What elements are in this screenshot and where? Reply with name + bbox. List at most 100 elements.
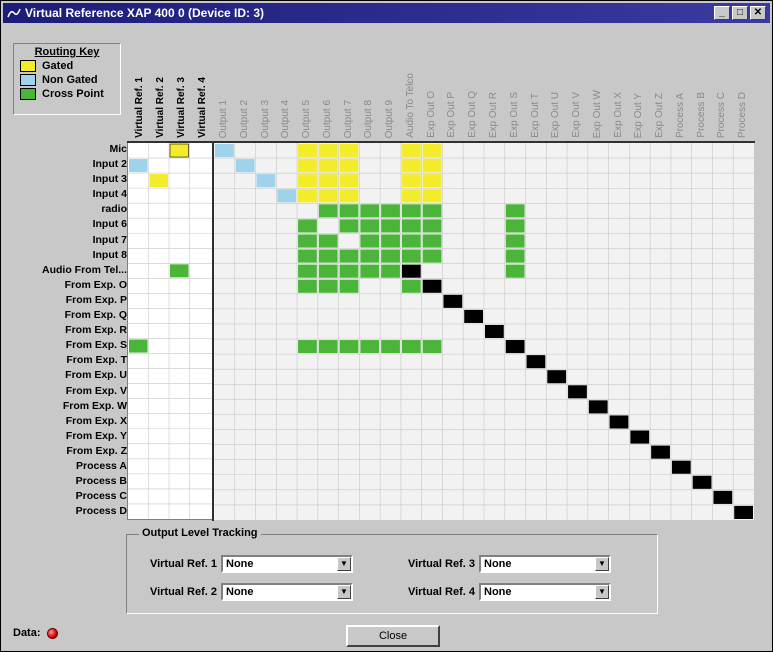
matrix-cell[interactable] — [568, 385, 587, 399]
matrix-cell[interactable] — [422, 204, 442, 218]
matrix-cell[interactable] — [505, 234, 525, 248]
matrix-cell[interactable] — [298, 159, 317, 173]
matrix-cell[interactable] — [256, 174, 276, 188]
matrix-cell[interactable] — [298, 234, 317, 248]
matrix-cell[interactable] — [381, 204, 400, 218]
matrix-cell[interactable] — [630, 430, 650, 444]
matrix-cell[interactable] — [318, 340, 338, 354]
matrix-cell[interactable] — [401, 234, 421, 248]
matrix-cell[interactable] — [381, 249, 400, 263]
matrix-cell[interactable] — [713, 490, 733, 504]
matrix-cell[interactable] — [149, 174, 169, 188]
close-button[interactable]: Close — [346, 625, 440, 647]
matrix-cell[interactable] — [526, 355, 546, 369]
matrix-cell[interactable] — [464, 309, 483, 323]
matrix-cell[interactable] — [215, 143, 234, 158]
matrix-cell[interactable] — [318, 204, 338, 218]
matrix-cell[interactable] — [505, 204, 525, 218]
matrix-cell[interactable] — [651, 445, 670, 459]
chevron-down-icon[interactable]: ▼ — [595, 557, 609, 571]
matrix-cell[interactable] — [401, 159, 421, 173]
routing-matrix[interactable] — [214, 142, 754, 520]
matrix-cell[interactable] — [298, 264, 317, 278]
matrix-cell[interactable] — [298, 189, 317, 203]
matrix-cell[interactable] — [318, 249, 338, 263]
matrix-cell[interactable] — [609, 415, 629, 429]
matrix-cell[interactable] — [443, 294, 463, 308]
matrix-cell[interactable] — [360, 234, 380, 248]
virtual-ref-matrix[interactable] — [127, 142, 213, 520]
virtual-ref-3-select[interactable]: None ▼ — [479, 555, 611, 573]
matrix-cell[interactable] — [422, 249, 442, 263]
matrix-cell[interactable] — [318, 264, 338, 278]
matrix-cell[interactable] — [360, 204, 380, 218]
matrix-cell[interactable] — [360, 264, 380, 278]
matrix-cell[interactable] — [588, 400, 608, 414]
matrix-cell[interactable] — [547, 370, 567, 384]
matrix-cell[interactable] — [401, 143, 421, 158]
matrix-cell[interactable] — [734, 505, 753, 520]
matrix-cell[interactable] — [381, 264, 400, 278]
matrix-cell[interactable] — [401, 279, 421, 293]
matrix-cell[interactable] — [360, 340, 380, 354]
matrix-cell[interactable] — [298, 279, 317, 293]
matrix-cell[interactable] — [339, 189, 359, 203]
virtual-ref-4-select[interactable]: None ▼ — [479, 583, 611, 601]
matrix-cell[interactable] — [318, 279, 338, 293]
matrix-cell[interactable] — [422, 340, 442, 354]
matrix-cell[interactable] — [298, 143, 317, 158]
matrix-cell[interactable] — [298, 249, 317, 263]
matrix-cell[interactable] — [360, 249, 380, 263]
matrix-cell[interactable] — [422, 189, 442, 203]
matrix-cell[interactable] — [422, 159, 442, 173]
matrix-cell[interactable] — [401, 174, 421, 188]
matrix-cell[interactable] — [339, 249, 359, 263]
matrix-cell[interactable] — [128, 159, 148, 173]
matrix-cell[interactable] — [381, 219, 400, 233]
matrix-cell[interactable] — [235, 159, 255, 173]
virtual-ref-1-select[interactable]: None ▼ — [221, 555, 353, 573]
matrix-cell[interactable] — [401, 219, 421, 233]
matrix-cell[interactable] — [505, 264, 525, 278]
matrix-cell[interactable] — [169, 143, 189, 158]
chevron-down-icon[interactable]: ▼ — [337, 585, 351, 599]
chevron-down-icon[interactable]: ▼ — [595, 585, 609, 599]
matrix-cell[interactable] — [422, 174, 442, 188]
matrix-cell[interactable] — [505, 340, 525, 354]
matrix-cell[interactable] — [339, 143, 359, 158]
matrix-cell[interactable] — [339, 340, 359, 354]
matrix-cell[interactable] — [339, 174, 359, 188]
matrix-cell[interactable] — [692, 475, 712, 489]
matrix-cell[interactable] — [298, 174, 317, 188]
matrix-cell[interactable] — [128, 339, 148, 353]
matrix-cell[interactable] — [401, 249, 421, 263]
matrix-cell[interactable] — [360, 219, 380, 233]
matrix-cell[interactable] — [277, 189, 297, 203]
matrix-cell[interactable] — [422, 234, 442, 248]
matrix-cell[interactable] — [401, 340, 421, 354]
matrix-cell[interactable] — [298, 340, 317, 354]
maximize-button[interactable]: □ — [732, 6, 748, 20]
minimize-button[interactable]: _ — [714, 6, 730, 20]
matrix-cell[interactable] — [339, 219, 359, 233]
matrix-cell[interactable] — [422, 219, 442, 233]
matrix-cell[interactable] — [339, 279, 359, 293]
matrix-cell[interactable] — [505, 219, 525, 233]
matrix-cell[interactable] — [170, 264, 189, 278]
matrix-cell[interactable] — [401, 189, 421, 203]
matrix-cell[interactable] — [318, 189, 338, 203]
matrix-cell[interactable] — [318, 234, 338, 248]
matrix-cell[interactable] — [505, 249, 525, 263]
matrix-cell[interactable] — [318, 159, 338, 173]
matrix-cell[interactable] — [381, 340, 400, 354]
matrix-cell[interactable] — [318, 143, 338, 158]
close-window-button[interactable]: ✕ — [750, 6, 766, 20]
matrix-cell[interactable] — [485, 324, 504, 339]
matrix-cell[interactable] — [422, 279, 442, 293]
matrix-cell[interactable] — [671, 460, 691, 474]
matrix-cell[interactable] — [381, 234, 400, 248]
matrix-cell[interactable] — [401, 264, 421, 278]
virtual-ref-2-select[interactable]: None ▼ — [221, 583, 353, 601]
title-bar[interactable]: Virtual Reference XAP 400 0 (Device ID: … — [3, 3, 770, 23]
matrix-cell[interactable] — [339, 204, 359, 218]
